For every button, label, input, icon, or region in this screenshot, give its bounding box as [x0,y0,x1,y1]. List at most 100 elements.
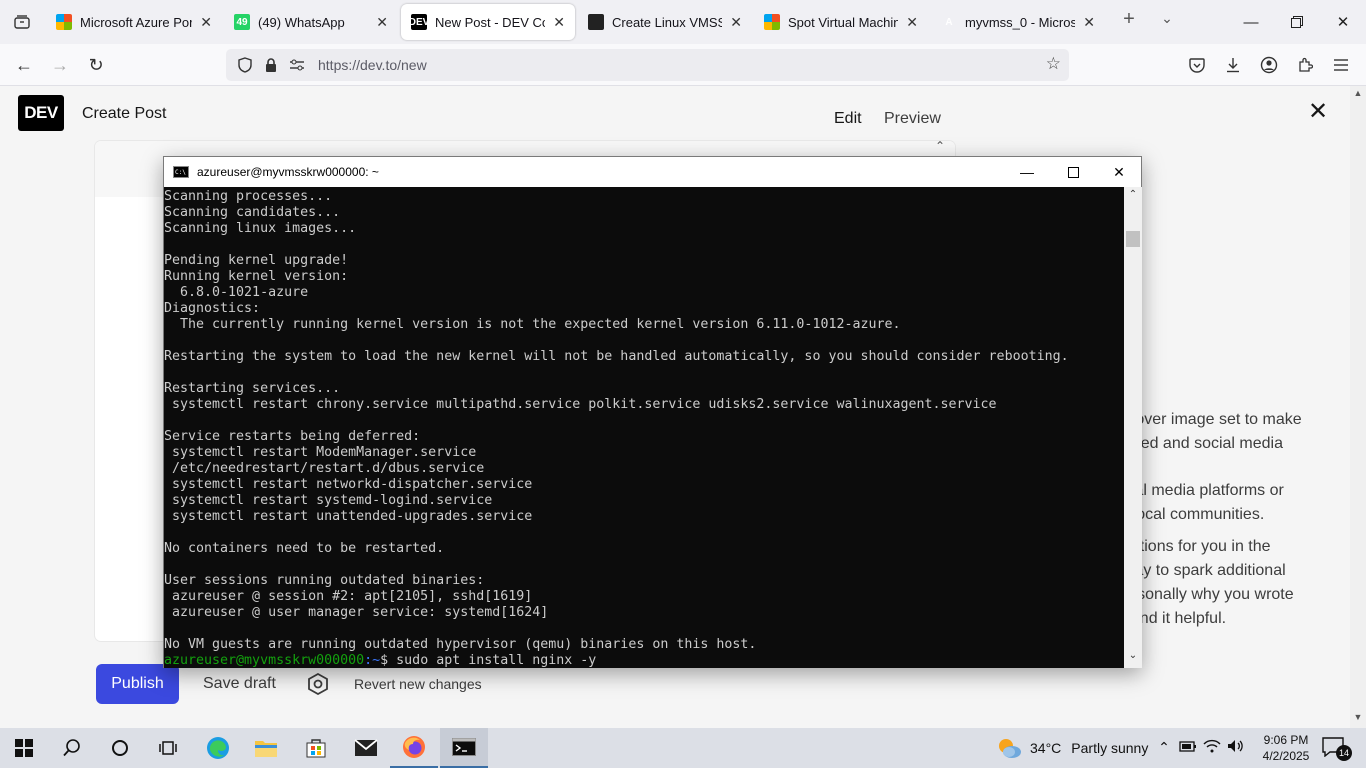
file-explorer-icon[interactable] [242,728,290,768]
permissions-icon[interactable] [286,54,308,76]
lock-icon[interactable] [260,54,282,76]
revert-changes-button[interactable]: Revert new changes [344,664,492,704]
tab-create-linux-vmss[interactable]: Create Linux VMSS ✕ [578,4,752,40]
dev-logo[interactable]: DEV [18,95,64,131]
tab-title: Create Linux VMSS [612,14,723,30]
scroll-thumb[interactable] [1126,231,1140,247]
tab-azure-portal[interactable]: Microsoft Azure Portal ✕ [46,4,222,40]
page-title: Create Post [82,105,167,122]
terminal-line: azureuser @ user manager service: system… [164,605,549,620]
forward-arrow-icon[interactable]: → [46,52,74,78]
microsoft-logo-icon [56,14,72,30]
search-icon[interactable] [48,728,96,768]
task-view-icon[interactable] [144,728,192,768]
terminal-line: systemctl restart chrony.service multipa… [164,397,997,412]
close-icon[interactable]: ✕ [200,14,212,31]
terminal-line: Restarting services... [164,381,341,396]
scroll-down-icon[interactable]: ▼ [1350,712,1366,726]
scroll-up-icon[interactable]: ⌃ [1124,189,1142,205]
close-icon[interactable]: ✕ [376,14,388,31]
minimize-icon[interactable]: — [1004,157,1050,187]
wifi-icon[interactable] [1202,739,1222,756]
notification-center-icon[interactable]: 14 [1322,737,1352,761]
battery-icon[interactable] [1178,739,1198,756]
restore-icon[interactable] [1282,8,1312,36]
prompt-user-host: azureuser@myvmsskrw000000 [164,653,365,668]
page-scrollbar[interactable]: ▲ ▼ [1350,86,1366,728]
terminal-line: 6.8.0-1021-azure [164,285,309,300]
tab-whatsapp[interactable]: 49 (49) WhatsApp ✕ [224,4,398,40]
cortana-icon[interactable] [96,728,144,768]
terminal-line: Diagnostics: [164,301,261,316]
shield-icon[interactable] [234,54,256,76]
mail-icon[interactable] [342,728,390,768]
tab-title: myvmss_0 - Microsoft [965,14,1076,30]
weather-widget[interactable]: 34°C Partly sunny [996,728,1148,768]
chevron-up-icon[interactable]: ⌃ [1154,739,1174,756]
tab-spot-vms[interactable]: Spot Virtual Machines ✕ [754,4,928,40]
tab-dev-new-post[interactable]: DEV New Post - DEV Comm ✕ [401,4,575,40]
tab-edit[interactable]: Edit [834,110,862,128]
weather-condition: Partly sunny [1071,740,1149,756]
terminal-line: systemctl restart networkd-dispatcher.se… [164,477,533,492]
scroll-up-icon[interactable]: ▲ [1350,88,1366,102]
terminal-line: Scanning linux images... [164,221,357,236]
minimize-icon[interactable]: — [1236,8,1266,36]
tab-list-icon[interactable] [8,8,36,36]
terminal-line: Restarting the system to load the new ke… [164,349,1069,364]
new-tab-icon[interactable]: + [1116,8,1142,31]
url-text[interactable]: https://dev.to/new [318,57,427,73]
github-icon [588,14,604,30]
tab-title: Microsoft Azure Portal [80,14,193,30]
prompt-path: :~ [364,653,381,668]
close-window-icon[interactable]: ✕ [1096,157,1142,187]
bookmark-star-icon[interactable]: ☆ [1046,54,1061,74]
chevron-down-icon[interactable]: ⌄ [1156,10,1178,27]
menu-icon[interactable] [1328,53,1354,77]
tab-myvmss[interactable]: A myvmss_0 - Microsoft ✕ [931,4,1105,40]
terminal-line: /etc/needrestart/restart.d/dbus.service [164,461,485,476]
close-icon[interactable]: ✕ [553,14,565,31]
extensions-icon[interactable] [1292,53,1318,77]
close-icon[interactable]: ✕ [1083,14,1095,31]
back-arrow-icon[interactable]: ← [10,52,38,78]
terminal-window[interactable]: C:\ azureuser@myvmsskrw000000: ~ — ✕ Sca… [163,156,1142,668]
tab-preview[interactable]: Preview [884,110,941,128]
microsoft-logo-icon [764,14,780,30]
maximize-icon[interactable] [1050,157,1096,187]
system-clock[interactable]: 9:06 PM 4/2/2025 [1256,732,1316,764]
terminal-line: Scanning candidates... [164,205,341,220]
close-icon[interactable]: ✕ [906,14,918,31]
terminal-line: azureuser @ session #2: apt[2105], sshd[… [164,589,533,604]
terminal-title: azureuser@myvmsskrw000000: ~ [197,165,379,179]
close-window-icon[interactable]: ✕ [1328,8,1358,36]
terminal-icon[interactable] [440,728,488,768]
account-icon[interactable] [1256,53,1282,77]
chevron-up-icon[interactable]: ⌃ [935,139,945,153]
publish-button[interactable]: Publish [96,664,179,704]
firefox-icon[interactable] [390,728,438,768]
close-icon[interactable]: ✕ [730,14,742,31]
terminal-prompt-line[interactable]: azureuser@myvmsskrw000000:~$ sudo apt in… [164,653,1124,668]
settings-gear-icon[interactable] [304,670,332,698]
microsoft-store-icon[interactable] [292,728,340,768]
terminal-title-bar[interactable]: C:\ azureuser@myvmsskrw000000: ~ — ✕ [164,157,1141,187]
start-icon[interactable] [0,728,48,768]
pocket-icon[interactable] [1184,53,1210,77]
terminal-line: Pending kernel upgrade! [164,253,349,268]
tab-title: New Post - DEV Comm [435,14,545,30]
terminal-line: Service restarts being deferred: [164,429,421,444]
volume-icon[interactable] [1226,739,1246,756]
download-icon[interactable] [1220,53,1246,77]
terminal-scrollbar[interactable]: ⌃ ⌄ [1124,187,1142,668]
scroll-down-icon[interactable]: ⌄ [1124,650,1142,666]
address-bar[interactable]: https://dev.to/new ☆ [226,49,1069,81]
terminal-app-icon: C:\ [173,166,189,178]
save-draft-button[interactable]: Save draft [193,664,286,704]
help-panel: a cover image set to make e feed and soc… [1114,408,1350,639]
terminal-output[interactable]: Scanning processes... Scanning candidate… [164,187,1124,668]
prompt-symbol: $ [380,653,397,668]
edge-icon[interactable] [194,728,242,768]
close-icon[interactable]: ✕ [1308,100,1328,124]
reload-icon[interactable]: ↻ [82,52,110,78]
